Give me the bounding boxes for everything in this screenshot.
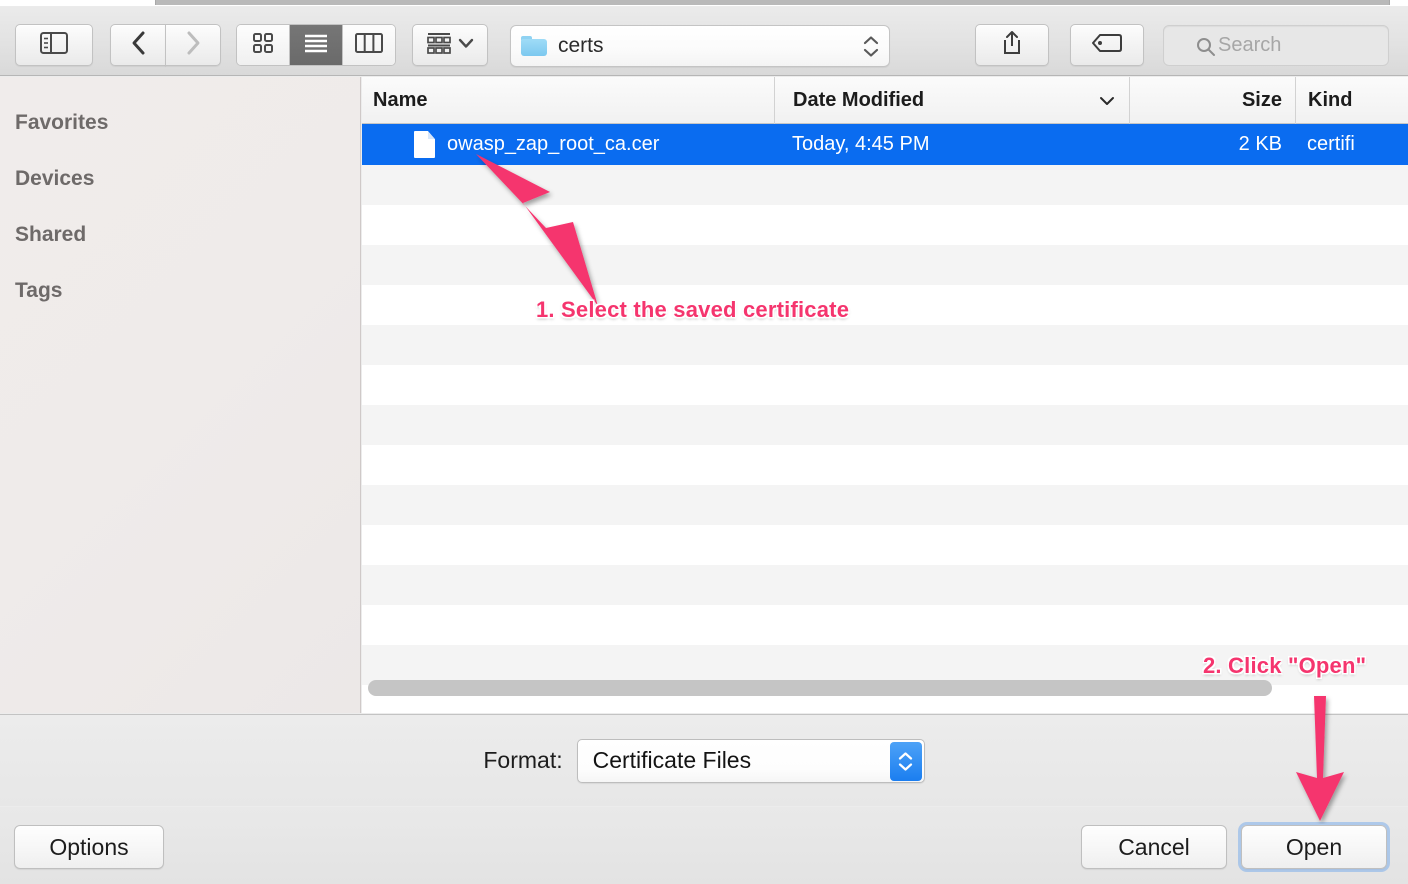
column-header-size[interactable]: Size (1129, 77, 1295, 124)
sidebar-section-label: Favorites (15, 111, 108, 134)
icon-view-button[interactable] (237, 25, 290, 65)
column-header-name[interactable]: Name (362, 77, 774, 124)
sidebar-section-devices[interactable]: Devices (0, 151, 360, 207)
empty-row (362, 365, 1408, 405)
search-icon (1196, 37, 1216, 62)
column-header-label: Date Modified (793, 77, 924, 124)
column-view-icon (355, 33, 383, 58)
tag-icon (1091, 33, 1123, 58)
sidebar-section-shared[interactable]: Shared (0, 207, 360, 263)
format-selected-value: Certificate Files (593, 747, 751, 774)
column-header-date-modified[interactable]: Date Modified (774, 77, 1129, 124)
empty-row (362, 525, 1408, 565)
sidebar-section-label: Devices (15, 167, 94, 190)
search-input[interactable]: Search (1163, 25, 1389, 66)
sidebar-section-label: Tags (15, 279, 62, 302)
file-date-cell: Today, 4:45 PM (774, 133, 1129, 156)
column-header-label: Size (1242, 89, 1282, 111)
annotation-step-2: 2. Click "Open" (1203, 653, 1366, 679)
format-popup-button[interactable]: Certificate Files (577, 739, 925, 783)
empty-row (362, 245, 1408, 285)
column-header-kind[interactable]: Kind (1295, 77, 1407, 124)
arrange-by-button[interactable] (412, 24, 488, 66)
chevron-down-icon (458, 36, 474, 54)
sidebar-section-favorites[interactable]: Favorites (0, 95, 360, 151)
path-popup-button[interactable]: certs (510, 25, 890, 67)
chevron-left-icon (130, 30, 147, 61)
forward-button[interactable] (165, 24, 221, 66)
column-header-row: Name Date Modified Size Kind (362, 77, 1408, 124)
open-file-dialog: certs (0, 0, 1408, 884)
list-view-icon (303, 33, 329, 58)
up-down-stepper-icon (863, 36, 879, 57)
folder-icon (521, 36, 547, 56)
empty-row (362, 565, 1408, 605)
chevron-down-icon (1099, 77, 1115, 124)
open-button[interactable]: Open (1241, 825, 1387, 869)
bottom-button-bar: Options Cancel Open (0, 807, 1408, 884)
up-down-stepper-icon[interactable] (890, 742, 922, 781)
cancel-button[interactable]: Cancel (1081, 825, 1227, 869)
list-view-button[interactable] (290, 25, 343, 65)
annotation-step-1: 1. Select the saved certificate (536, 297, 849, 323)
file-name-cell: owasp_zap_root_ca.cer (362, 131, 774, 158)
sidebar: Favorites Devices Shared Tags (0, 77, 361, 713)
horizontal-scrollbar[interactable] (362, 677, 1408, 699)
back-button[interactable] (110, 24, 166, 66)
tag-button[interactable] (1070, 24, 1144, 66)
file-rows: owasp_zap_root_ca.cer Today, 4:45 PM 2 K… (362, 124, 1408, 685)
empty-row (362, 325, 1408, 365)
file-kind-cell: certifi (1295, 133, 1407, 156)
column-header-label: Name (373, 89, 427, 111)
empty-row (362, 165, 1408, 205)
empty-row (362, 285, 1408, 325)
sidebar-toggle-button[interactable] (15, 24, 93, 66)
document-icon (414, 131, 435, 158)
background-window-edge (155, 0, 1390, 5)
toolbar: certs (0, 6, 1408, 76)
column-header-label: Kind (1308, 89, 1352, 111)
scrollbar-thumb[interactable] (368, 680, 1272, 696)
file-name-label: owasp_zap_root_ca.cer (447, 133, 659, 156)
file-list: Name Date Modified Size Kind (362, 77, 1408, 713)
file-size-cell: 2 KB (1129, 133, 1295, 156)
empty-row (362, 485, 1408, 525)
empty-row (362, 405, 1408, 445)
sidebar-section-label: Shared (15, 223, 86, 246)
arrange-by-icon (426, 31, 452, 60)
grid-view-icon (252, 32, 274, 59)
sidebar-section-tags[interactable]: Tags (0, 263, 360, 319)
empty-row (362, 205, 1408, 245)
empty-row (362, 605, 1408, 645)
chevron-right-icon (185, 30, 202, 61)
column-view-button[interactable] (343, 25, 395, 65)
view-mode-group (236, 24, 396, 66)
table-row[interactable]: owasp_zap_root_ca.cer Today, 4:45 PM 2 K… (362, 124, 1408, 165)
format-label: Format: (483, 747, 562, 774)
options-button[interactable]: Options (14, 825, 164, 869)
empty-row (362, 445, 1408, 485)
share-button[interactable] (975, 24, 1049, 66)
sidebar-toggle-icon (40, 32, 68, 59)
format-row: Format: Certificate Files (0, 714, 1408, 806)
path-popup-label: certs (558, 34, 604, 58)
share-icon (1001, 30, 1023, 61)
